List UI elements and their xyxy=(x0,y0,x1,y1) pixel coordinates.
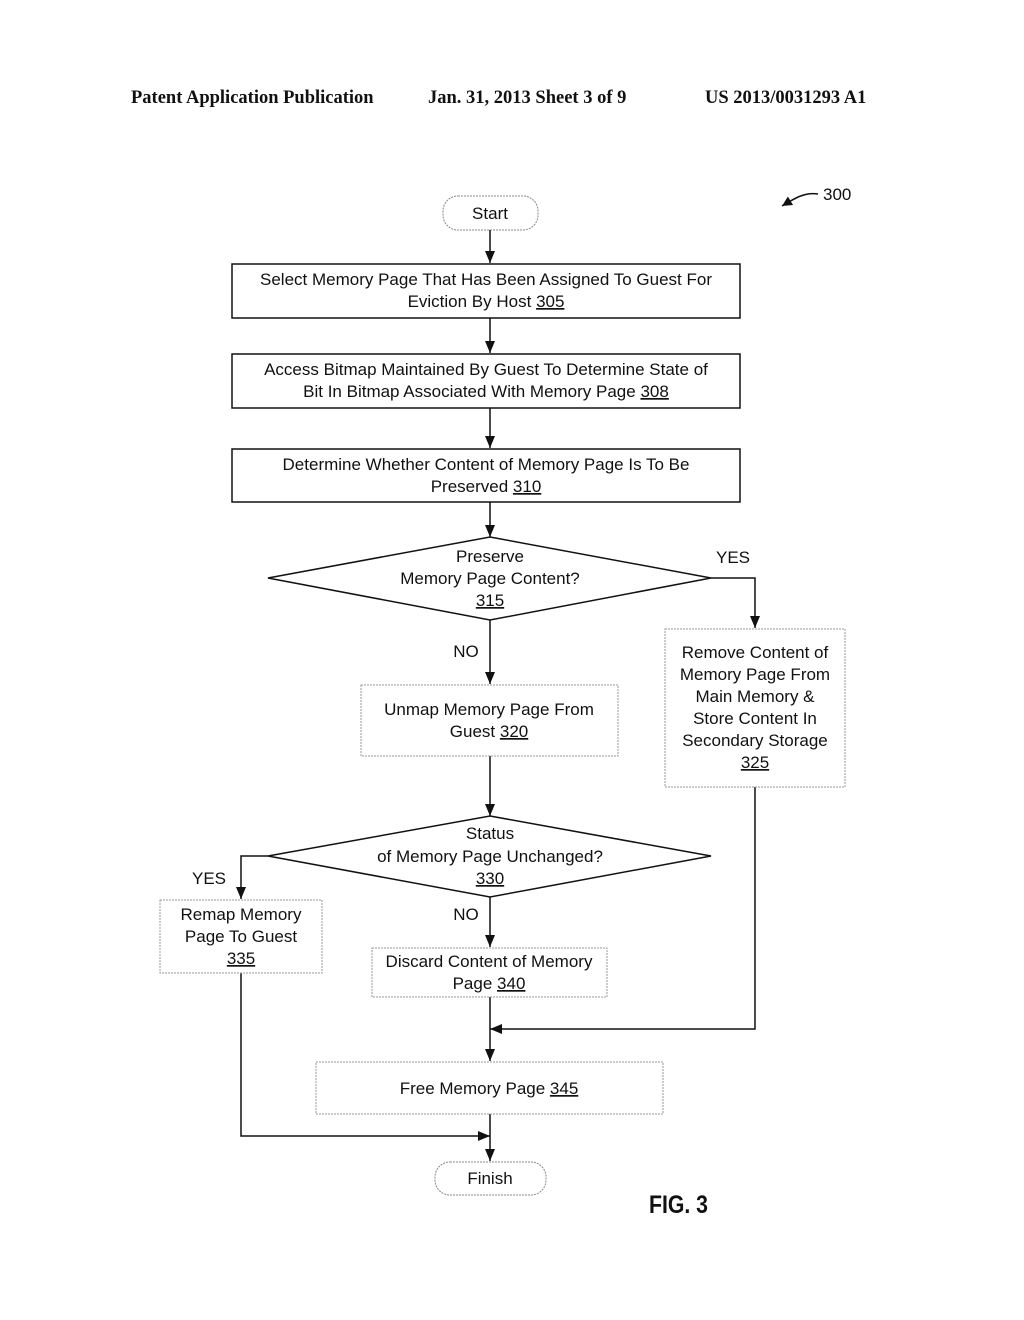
step-308-line1: Access Bitmap Maintained By Guest To Det… xyxy=(264,360,708,379)
step-335-ref: 335 xyxy=(227,949,255,968)
step-325-box: Remove Content of Memory Page From Main … xyxy=(664,628,846,788)
step-310-ref: 310 xyxy=(513,477,541,496)
decision-330: Status of Memory Page Unchanged? 330 xyxy=(267,815,712,898)
decision-315-ref: 315 xyxy=(476,591,504,610)
step-345-ref: 345 xyxy=(550,1079,578,1098)
step-335-line2: Page To Guest xyxy=(185,927,297,946)
step-310-line1: Determine Whether Content of Memory Page… xyxy=(283,455,690,474)
step-305-line2: Eviction By Host xyxy=(408,292,532,311)
step-310-box: Determine Whether Content of Memory Page… xyxy=(231,448,741,503)
step-340-line2-group: Page 340 xyxy=(453,974,526,993)
step-320-line1: Unmap Memory Page From xyxy=(384,700,594,719)
start-label: Start xyxy=(472,204,508,223)
figure-ref-number: 300 xyxy=(823,185,851,204)
step-325-line5: Secondary Storage xyxy=(682,731,828,750)
step-320-ref: 320 xyxy=(500,722,528,741)
step-305-box: Select Memory Page That Has Been Assigne… xyxy=(231,263,741,319)
start-terminal: Start xyxy=(442,195,539,231)
step-345-line1: Free Memory Page xyxy=(400,1079,546,1098)
step-305-line1: Select Memory Page That Has Been Assigne… xyxy=(260,270,712,289)
flowchart: 300 Start Select Memory Page That Has Be… xyxy=(159,185,851,1218)
step-325-ref: 325 xyxy=(741,753,769,772)
no-label-315: NO xyxy=(453,642,479,661)
step-325-line1: Remove Content of xyxy=(682,643,829,662)
decision-330-line1: Status xyxy=(466,824,514,843)
step-340-ref: 340 xyxy=(497,974,525,993)
figure-reference: 300 xyxy=(781,185,851,207)
finish-terminal: Finish xyxy=(434,1161,547,1196)
step-345-box: Free Memory Page 345 xyxy=(315,1061,664,1115)
edge-315-325-yes xyxy=(711,577,760,628)
step-308-line2: Bit In Bitmap Associated With Memory Pag… xyxy=(303,382,636,401)
yes-label-330: YES xyxy=(192,869,226,888)
step-325-line4: Store Content In xyxy=(693,709,817,728)
step-310-line2: Preserved xyxy=(431,477,508,496)
step-340-line2: Page xyxy=(453,974,493,993)
step-320-line2: Guest xyxy=(450,722,496,741)
edge-330-335-yes xyxy=(236,855,268,899)
step-305-ref: 305 xyxy=(536,292,564,311)
step-308-ref: 308 xyxy=(640,382,668,401)
decision-315: Preserve Memory Page Content? 315 xyxy=(267,536,712,621)
step-320-line2-group: Guest 320 xyxy=(450,722,528,741)
step-335-line1: Remap Memory xyxy=(181,905,302,924)
step-325-line3: Main Memory & xyxy=(695,687,815,706)
decision-315-line1: Preserve xyxy=(456,547,524,566)
step-320-box: Unmap Memory Page From Guest 320 xyxy=(360,684,619,757)
step-325-line2: Memory Page From xyxy=(680,665,830,684)
step-310-line2-group: Preserved 310 xyxy=(431,477,542,496)
step-335-box: Remap Memory Page To Guest 335 xyxy=(159,899,323,974)
step-340-line1: Discard Content of Memory xyxy=(386,952,593,971)
step-308-line2-group: Bit In Bitmap Associated With Memory Pag… xyxy=(303,382,669,401)
step-305-line2-group: Eviction By Host 305 xyxy=(408,292,565,311)
decision-315-line2: Memory Page Content? xyxy=(400,569,580,588)
no-label-330: NO xyxy=(453,905,479,924)
finish-label: Finish xyxy=(467,1169,512,1188)
decision-330-ref: 330 xyxy=(476,869,504,888)
step-308-box: Access Bitmap Maintained By Guest To Det… xyxy=(231,353,741,409)
reference-arrow xyxy=(781,192,819,207)
figure-label: FIG. 3 xyxy=(649,1190,708,1218)
step-345-line-group: Free Memory Page 345 xyxy=(400,1079,579,1098)
yes-label-315: YES xyxy=(716,548,750,567)
decision-330-line2: of Memory Page Unchanged? xyxy=(377,847,603,866)
step-340-box: Discard Content of Memory Page 340 xyxy=(371,947,608,998)
